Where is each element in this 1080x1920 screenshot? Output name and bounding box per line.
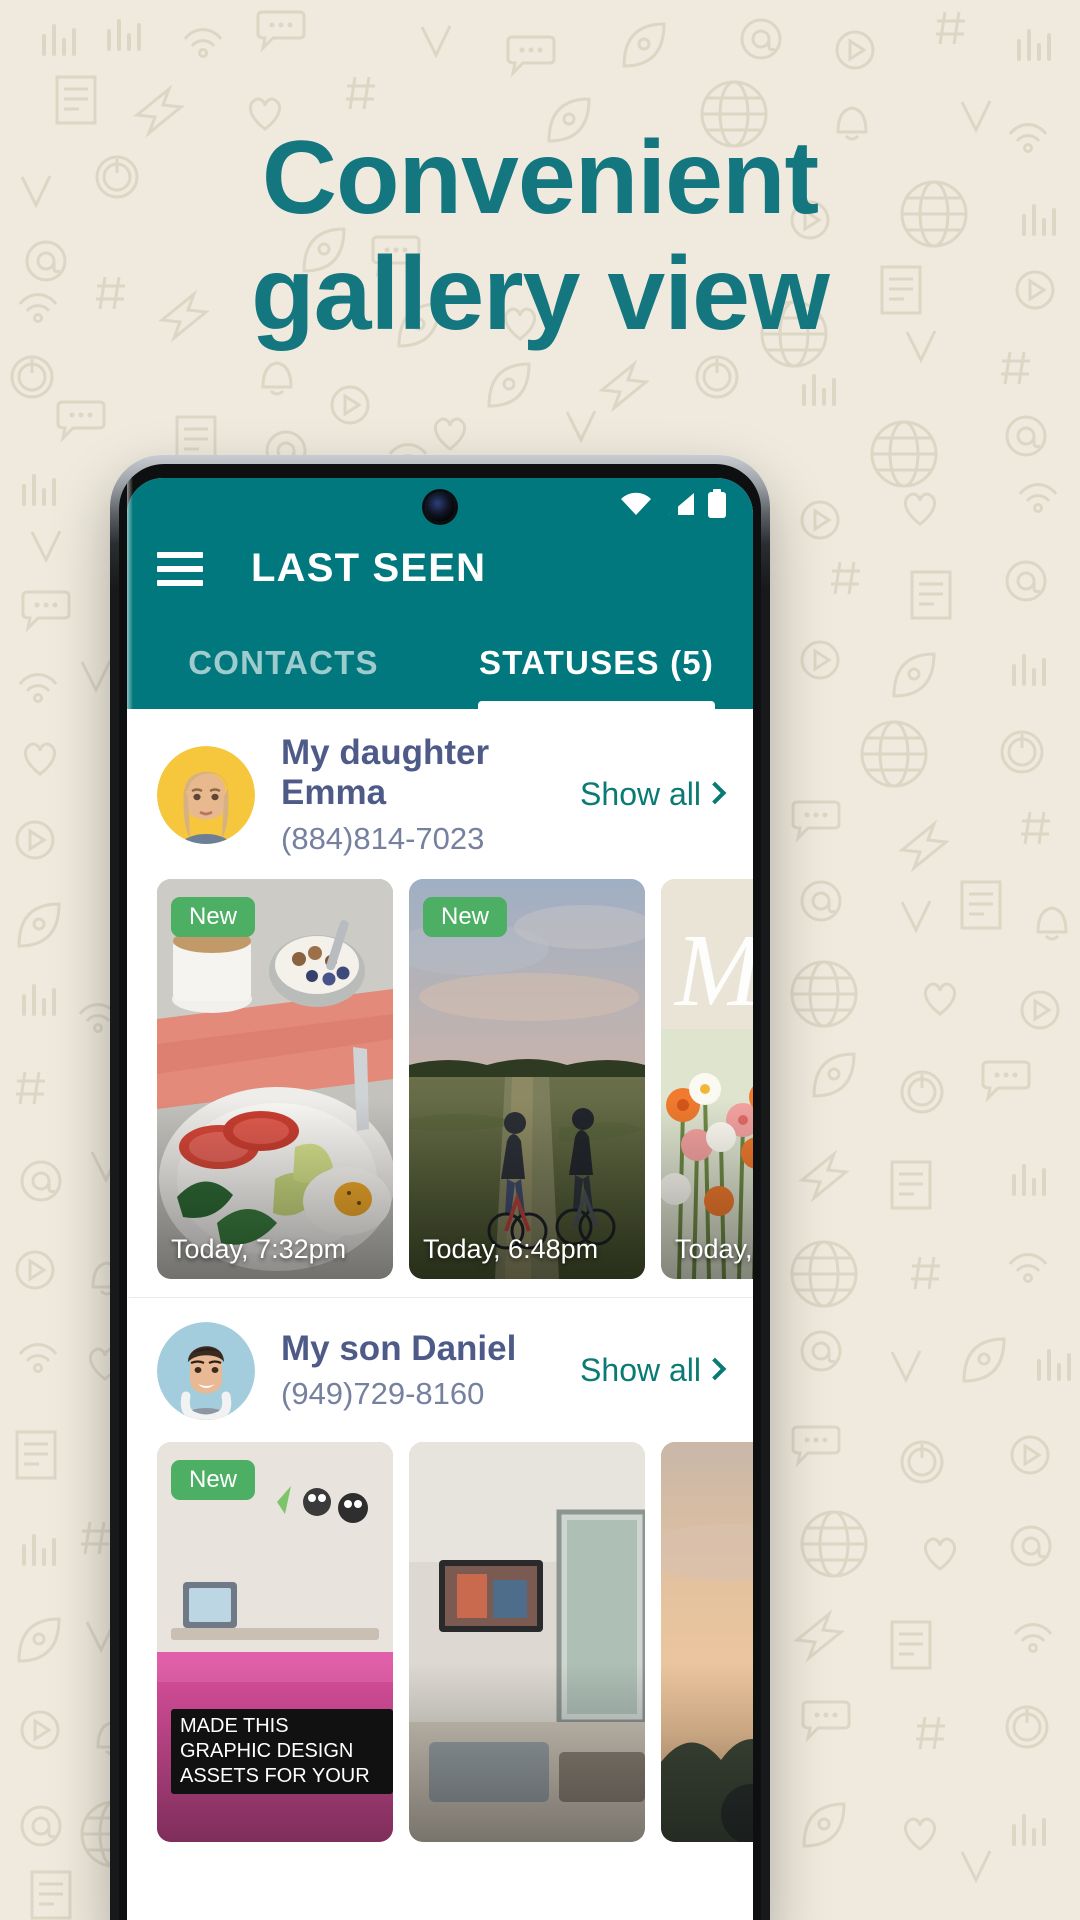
show-all-button-emma[interactable]: Show all [580,776,727,813]
show-all-label: Show all [580,1352,701,1388]
tab-contacts[interactable]: CONTACTS [127,617,440,709]
contact-phone: (949)729-8160 [281,1376,485,1412]
contact-row-daniel[interactable]: My son Daniel (949)729-8160 Show all [127,1298,753,1434]
avatar-emma-image [157,745,255,844]
avatar [157,745,255,844]
story-card[interactable]: New Today, 6:48pm [409,878,645,1279]
wifi-icon [621,492,651,515]
story-timestamp: Today, 6:48pm [423,1233,599,1264]
contact-name: My daughter Emma [281,733,490,813]
story-timestamp: Today, 5:2 [675,1233,753,1264]
tab-statuses[interactable]: STATUSES (5) [440,617,753,709]
contact-meta: My daughter Emma (884)814-7023 [281,733,580,857]
cellular-signal-icon [668,493,694,515]
card-gradient [409,878,645,1279]
story-card[interactable] [409,1441,645,1842]
show-all-button-daniel[interactable]: Show all [580,1352,727,1389]
contact-row-emma[interactable]: My daughter Emma (884)814-7023 Show all [127,709,753,871]
story-caption: MADE THIS GRAPHIC DESIGN ASSETS FOR YOUR [171,1708,393,1794]
new-badge: New [423,896,508,937]
phone-bezel: LAST SEEN CONTACTS STATUSES (5) My daugh… [119,464,761,1920]
headline-line-1: Convenient [261,120,819,236]
tab-bar: CONTACTS STATUSES (5) [127,617,753,709]
story-timestamp: Today, 7:32pm [171,1233,347,1264]
contact-phone: (884)814-7023 [281,820,485,856]
card-gradient [157,878,393,1279]
story-strip-emma[interactable]: New Today, 7:32pm New Today, 6:48pm Toda… [127,871,753,1287]
hamburger-menu-icon[interactable] [157,551,203,586]
chevron-right-icon [703,1357,727,1381]
new-badge: New [171,896,256,937]
statuses-list: My daughter Emma (884)814-7023 Show all [127,709,753,1850]
card-gradient [409,1441,645,1842]
show-all-label: Show all [580,776,701,813]
story-card[interactable]: New Today, 7:32pm [157,878,393,1279]
app-title: LAST SEEN [251,546,487,590]
story-card[interactable] [661,1441,753,1842]
app-bar: LAST SEEN CONTACTS STATUSES (5) [127,478,753,709]
story-strip-daniel[interactable]: New MADE THIS GRAPHIC DESIGN ASSETS FOR … [127,1434,753,1850]
story-card[interactable]: MA Today, 5:2 [661,878,753,1279]
headline-line-2: gallery view [251,236,830,353]
new-badge: New [171,1459,256,1500]
card-gradient [661,878,753,1279]
avatar [157,1321,255,1420]
contact-name: My son Daniel [281,1328,517,1368]
app-bar-title-row: LAST SEEN [127,530,753,617]
story-card[interactable]: New MADE THIS GRAPHIC DESIGN ASSETS FOR … [157,1441,393,1842]
phone-mockup: LAST SEEN CONTACTS STATUSES (5) My daugh… [110,455,770,1920]
avatar-daniel-image [157,1321,255,1420]
front-camera-punch-hole [425,492,455,522]
card-gradient [661,1441,753,1842]
contact-meta: My son Daniel (949)729-8160 [281,1329,580,1412]
phone-screen: LAST SEEN CONTACTS STATUSES (5) My daugh… [127,478,753,1920]
chevron-right-icon [703,781,727,805]
page-title: Convenient gallery view [0,120,1080,353]
battery-icon [708,489,726,518]
